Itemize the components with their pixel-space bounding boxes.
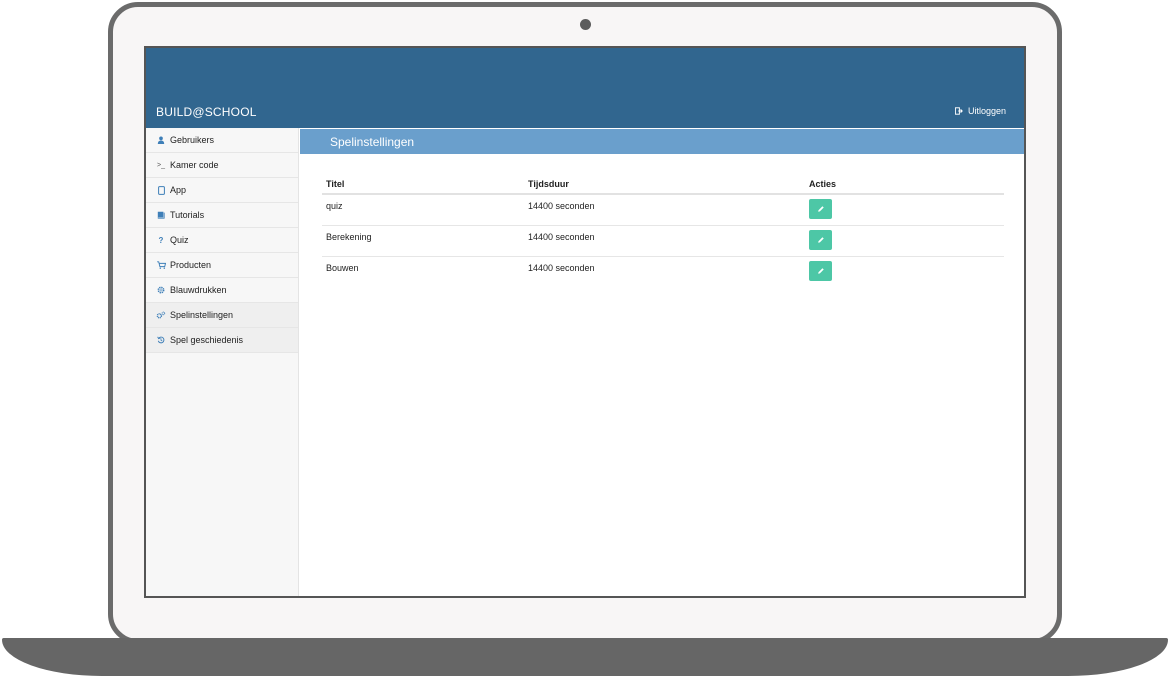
row-title: Berekening [322,225,524,257]
camera-dot [580,19,591,30]
app-screen: BUILD@SCHOOL Uitloggen Gebruikers >_ Kam… [144,46,1026,598]
sidebar-item-label: Producten [170,260,212,270]
laptop-base [2,638,1168,676]
sidebar-item-quiz[interactable]: ? Quiz [146,228,298,253]
top-navbar: BUILD@SCHOOL Uitloggen [146,48,1024,128]
sidebar-item-spelinstellingen[interactable]: Spelinstellingen [146,303,298,328]
sidebar-item-label: Spel geschiedenis [170,335,244,345]
column-header-acties: Acties [805,174,1004,195]
column-header-titel: Titel [322,174,524,195]
row-duration: 14400 seconden [524,225,805,257]
sidebar-item-label: Blauwdrukken [170,285,227,295]
sidebar-item-label: Tutorials [170,210,205,220]
question-icon: ? [158,235,164,245]
pencil-icon [817,236,824,243]
sidebar-item-app[interactable]: App [146,178,298,203]
row-title: quiz [322,194,524,226]
row-actions [805,256,1004,287]
row-title: Bouwen [326,262,359,273]
column-header-tijdsduur: Tijdsduur [524,174,805,195]
terminal-icon: >_ [157,161,165,169]
cart-icon [156,261,166,269]
sidebar-item-kamer-code[interactable]: >_ Kamer code [146,153,298,178]
row-duration: 14400 seconden [524,194,805,226]
sidebar-item-label: Gebruikers [170,135,215,145]
brand-logo[interactable]: BUILD@SCHOOL [156,105,257,119]
row-actions [805,225,1004,257]
logout-icon [954,107,963,115]
sidebar: Gebruikers >_ Kamer code App Tutorials ?… [146,128,299,596]
edit-button[interactable] [809,199,832,219]
settings-table: Titel Tijdsduur Acties quiz 14400 second… [322,174,1004,287]
sidebar-item-gebruikers[interactable]: Gebruikers [146,128,298,153]
book-icon [156,211,166,219]
row-duration: 14400 seconden [528,262,595,273]
row-actions [805,194,1004,226]
edit-button[interactable] [809,260,832,281]
sidebar-item-label: App [170,185,187,195]
sidebar-item-label: Kamer code [170,160,219,170]
content-header-bar: Spelinstellingen [300,129,1024,154]
logout-link[interactable]: Uitloggen [954,106,1006,116]
page-title: Spelinstellingen [330,135,415,149]
pencil-icon [817,206,824,212]
history-icon [156,336,166,344]
pencil-icon [817,267,824,274]
table-row: quiz 14400 seconden [322,194,1004,226]
edit-button[interactable] [809,229,832,250]
user-icon [156,136,166,144]
sidebar-item-label: Quiz [170,235,189,245]
logout-label: Uitloggen [967,106,1006,116]
gears-icon [156,311,166,319]
sidebar-item-tutorials[interactable]: Tutorials [146,203,298,228]
table-header-row: Titel Tijdsduur Acties [322,174,1004,195]
table-row: Bouwen 14400 seconden [322,256,1004,287]
gear-icon [156,286,166,294]
sidebar-item-spel-geschiedenis[interactable]: Spel geschiedenis [146,328,298,353]
sidebar-item-producten[interactable]: Producten [146,253,298,278]
phone-icon [156,185,166,195]
table-row: Berekening 14400 seconden [322,225,1004,257]
sidebar-item-blauwdrukken[interactable]: Blauwdrukken [146,278,298,303]
sidebar-item-label: Spelinstellingen [170,310,234,320]
